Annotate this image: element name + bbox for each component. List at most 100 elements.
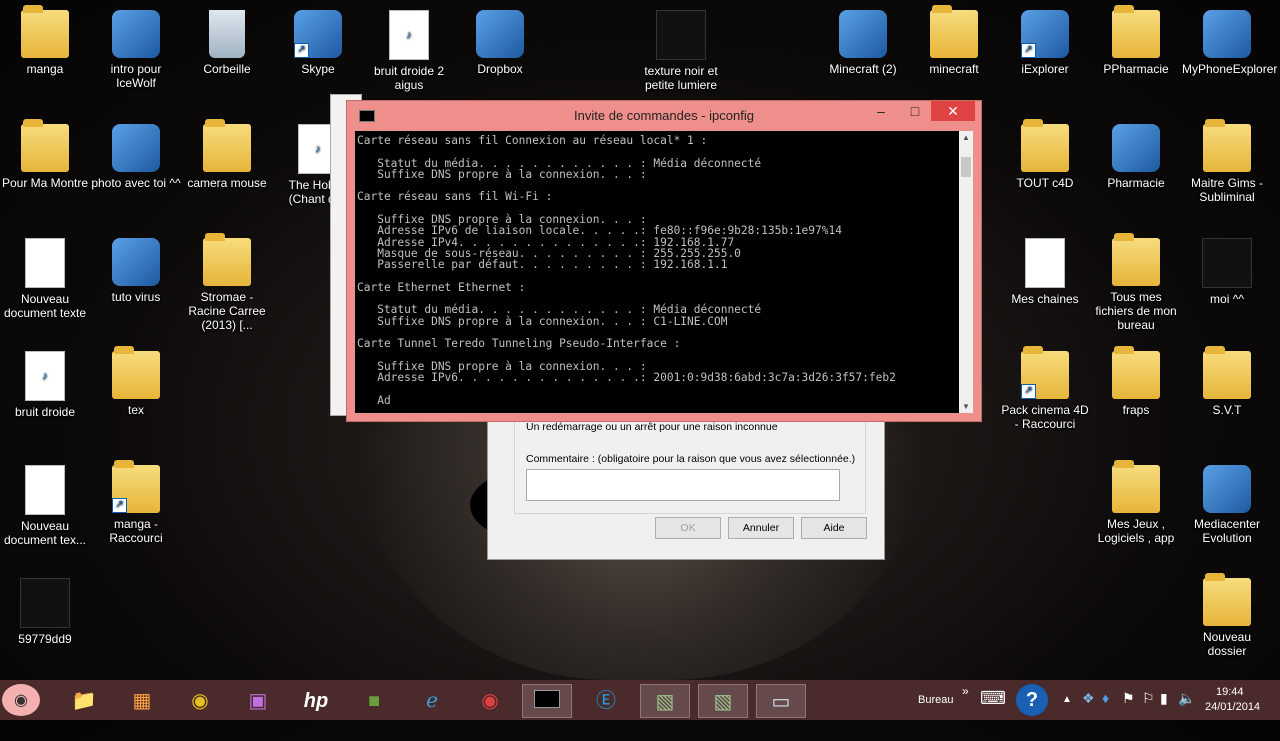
minecraft-launcher-icon[interactable]: ▧ xyxy=(640,684,690,718)
desktop-icon[interactable]: Nouveau document tex... xyxy=(0,459,90,547)
desktop-icon[interactable]: Stromae - Racine Carree (2013) [... xyxy=(182,232,272,332)
skype-icon[interactable]: Ⓔ xyxy=(584,684,628,718)
desktop-icon-label: bruit droide 2 aigus xyxy=(373,64,445,92)
desktop-icon-label: iExplorer xyxy=(1021,62,1069,76)
desktop-icon[interactable]: Tous mes fichiers de mon bureau xyxy=(1091,232,1181,332)
desktop-icon[interactable]: Dropbox xyxy=(455,4,545,76)
desktop-icon[interactable]: ↗ Skype xyxy=(273,4,363,76)
folder-icon xyxy=(1112,5,1160,58)
desktop-icon[interactable]: S.V.T xyxy=(1182,345,1272,417)
desktop-icon[interactable]: 59779dd9 xyxy=(0,572,90,646)
desktop-icon[interactable]: ♪ bruit droide 2 aigus xyxy=(364,4,454,92)
folder-icon: ↗ xyxy=(1021,346,1069,399)
start-pig-icon[interactable]: ◉ xyxy=(2,684,40,716)
desktop-icon[interactable]: camera mouse xyxy=(182,118,272,190)
desktop-icon[interactable]: ♪ bruit droide xyxy=(0,345,90,419)
battery-tray-icon[interactable]: ▮ xyxy=(1160,690,1168,730)
cmd-titlebar[interactable]: Invite de commandes - ipconfig ‒ □ ✕ xyxy=(347,101,981,129)
hp-icon[interactable]: hp xyxy=(294,684,338,718)
desktop-icon-label: Maitre Gims - Subliminal xyxy=(1191,176,1263,204)
minecraft-icon[interactable]: ■ xyxy=(352,684,396,718)
desktop-icon[interactable]: photo avec toi ^^ xyxy=(91,118,181,190)
help-icon[interactable]: ? xyxy=(1016,684,1048,716)
internet-explorer-icon[interactable]: ℯ xyxy=(410,684,454,718)
security-tray-icon[interactable]: ⚑ xyxy=(1122,690,1135,730)
application-icon xyxy=(112,124,160,172)
comment-field[interactable] xyxy=(526,469,840,501)
desktop-icon-label: Nouveau document tex... xyxy=(3,519,87,547)
desktop-icon[interactable]: TOUT c4D xyxy=(1000,118,1090,190)
minimize-button[interactable]: ‒ xyxy=(867,101,895,121)
desktop-icon[interactable]: Pour Ma Montre xyxy=(0,118,90,190)
desktop-icon[interactable]: Pharmacie xyxy=(1091,118,1181,190)
folder-icon xyxy=(1203,573,1251,626)
desktop-icon[interactable]: tex xyxy=(91,345,181,417)
cancel-button[interactable]: Annuler xyxy=(728,517,794,539)
scroll-down-icon[interactable]: ▼ xyxy=(959,402,973,411)
dropbox-tray-icon[interactable]: ♦ xyxy=(1102,690,1109,730)
network-tray-icon[interactable]: ❖ xyxy=(1082,690,1095,730)
media-icon[interactable]: ◉ xyxy=(178,684,222,718)
photo-app-icon[interactable]: ▦ xyxy=(120,684,164,718)
desktop-icon-label: Mes Jeux , Logiciels , app xyxy=(1097,517,1175,545)
folder-icon xyxy=(1112,460,1160,513)
desktop-icon[interactable]: minecraft xyxy=(909,4,999,76)
console-output[interactable]: Carte réseau sans fil Connexion au résea… xyxy=(355,131,961,413)
settings-icon[interactable]: ▣ xyxy=(236,684,280,718)
cmd-taskbar-button[interactable] xyxy=(522,684,572,718)
maximize-button[interactable]: □ xyxy=(901,101,929,121)
show-hidden-icons[interactable]: ▲ xyxy=(1062,694,1072,734)
desktop-icon[interactable]: ↗ Pack cinema 4D - Raccourci xyxy=(1000,345,1090,431)
desktop-icon-label: texture noir et petite lumiere xyxy=(644,64,718,92)
audio-file-icon: ♪ xyxy=(25,351,65,401)
file-explorer-icon[interactable]: 📁 xyxy=(62,684,106,718)
desktop-icon[interactable]: Maitre Gims - Subliminal xyxy=(1182,118,1272,204)
folder-icon xyxy=(1112,233,1160,286)
volume-tray-icon[interactable]: 🔈 xyxy=(1178,690,1195,730)
game-icon[interactable]: ▧ xyxy=(698,684,748,718)
application-icon xyxy=(476,10,524,58)
desktop-icon[interactable]: Mes chaines xyxy=(1000,232,1090,306)
desktop-icon[interactable]: MyPhoneExplorer xyxy=(1182,4,1277,76)
scroll-up-icon[interactable]: ▲ xyxy=(959,133,973,142)
desktop-icon-label: TOUT c4D xyxy=(1016,176,1074,190)
desktop-icon-label: Stromae - Racine Carree (2013) [... xyxy=(188,290,266,332)
desktop-icon-label: Skype xyxy=(301,62,335,76)
close-button[interactable]: ✕ xyxy=(931,101,975,121)
keyboard-icon[interactable]: ⌨ xyxy=(980,688,1006,728)
document-icon xyxy=(25,238,65,288)
desktop-icon[interactable]: Nouveau dossier xyxy=(1182,572,1272,658)
flag-tray-icon[interactable]: ⚐ xyxy=(1142,690,1155,730)
desktop-icon[interactable]: ↗ manga - Raccourci xyxy=(91,459,181,545)
window-icon[interactable]: ▭ xyxy=(756,684,806,718)
desktop-icon[interactable]: Nouveau document texte xyxy=(0,232,90,320)
desktop-icon[interactable]: moi ^^ xyxy=(1182,232,1272,306)
desktop-icon[interactable]: PPharmacie xyxy=(1091,4,1181,76)
toolbar-chevron[interactable]: » xyxy=(962,684,969,724)
desktop-icon-label: fraps xyxy=(1122,403,1150,417)
desktop-icon[interactable]: intro pour IceWolf xyxy=(91,4,181,90)
console-scrollbar[interactable]: ▲ ▼ xyxy=(959,131,973,413)
desktop-icon[interactable]: texture noir et petite lumiere xyxy=(636,4,726,92)
desktop-icon[interactable]: ↗ iExplorer xyxy=(1000,4,1090,76)
desktop-icon-label: Minecraft (2) xyxy=(829,62,897,76)
desktop-icon-label: camera mouse xyxy=(187,176,267,190)
desktop-icon[interactable]: manga xyxy=(0,4,90,76)
desktop-icon[interactable]: fraps xyxy=(1091,345,1181,417)
clock-date[interactable]: 24/01/2014 xyxy=(1205,701,1260,741)
help-button[interactable]: Aide xyxy=(801,517,867,539)
scroll-thumb[interactable] xyxy=(961,157,971,177)
bureau-toolbar[interactable]: Bureau xyxy=(918,694,953,734)
ok-button[interactable]: OK xyxy=(655,517,721,539)
cmd-window[interactable]: Invite de commandes - ipconfig ‒ □ ✕ Car… xyxy=(346,100,982,422)
chrome-icon[interactable]: ◉ xyxy=(468,684,512,718)
desktop-icon-label: PPharmacie xyxy=(1103,62,1169,76)
desktop-icon[interactable]: Mes Jeux , Logiciels , app xyxy=(1091,459,1181,545)
desktop-icon[interactable]: Minecraft (2) xyxy=(818,4,908,76)
desktop-icon[interactable]: Mediacenter Evolution xyxy=(1182,459,1272,545)
image-thumbnail-icon xyxy=(20,578,70,628)
application-icon: ↗ xyxy=(1021,10,1069,58)
desktop-icon[interactable]: Corbeille xyxy=(182,4,272,76)
taskbar: ◉ 📁 ▦ ◉ ▣ hp ■ ℯ ◉ Ⓔ ▧ ▧ ▭ Bureau » ⌨ ? … xyxy=(0,680,1280,720)
desktop-icon[interactable]: tuto virus xyxy=(91,232,181,304)
